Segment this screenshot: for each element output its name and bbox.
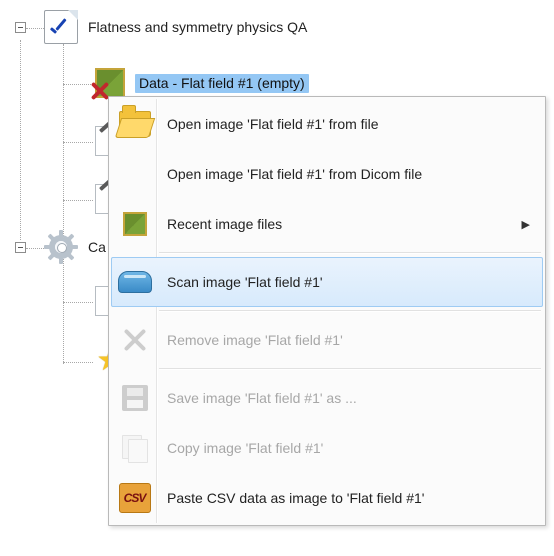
menu-item-copy-image: Copy image 'Flat field #1'	[111, 423, 543, 473]
menu-item-label: Save image 'Flat field #1' as ...	[157, 390, 534, 406]
menu-item-scan-image[interactable]: Scan image 'Flat field #1'	[111, 257, 543, 307]
scanner-icon	[118, 271, 152, 293]
save-floppy-icon	[122, 385, 148, 411]
tree-expander-root[interactable]	[15, 22, 26, 33]
menu-separator	[159, 368, 541, 370]
copy-icon	[122, 435, 148, 461]
menu-item-save-image-as: Save image 'Flat field #1' as ...	[111, 373, 543, 423]
tree-item-label: Flatness and symmetry physics QA	[88, 19, 307, 35]
folder-open-icon	[119, 111, 151, 137]
tree-item-data[interactable]: Data - Flat field #1 (empty)	[95, 68, 309, 98]
menu-item-recent-files[interactable]: Recent image files ▶	[111, 199, 543, 249]
menu-item-open-file[interactable]: Open image 'Flat field #1' from file	[111, 99, 543, 149]
tree-item-label: Data - Flat field #1 (empty)	[135, 74, 309, 93]
menu-item-label: Scan image 'Flat field #1'	[157, 274, 534, 290]
menu-separator	[159, 310, 541, 312]
menu-item-open-dicom[interactable]: Open image 'Flat field #1' from Dicom fi…	[111, 149, 543, 199]
remove-x-icon	[121, 326, 149, 354]
menu-item-label: Paste CSV data as image to 'Flat field #…	[157, 490, 534, 506]
gear-icon	[44, 230, 78, 264]
menu-item-label: Copy image 'Flat field #1'	[157, 440, 534, 456]
submenu-arrow-icon: ▶	[522, 218, 534, 231]
tree-item-calc-root[interactable]: Ca	[44, 230, 106, 264]
menu-item-label: Open image 'Flat field #1' from file	[157, 116, 534, 132]
context-menu: Open image 'Flat field #1' from file Ope…	[108, 96, 546, 526]
tree-item-root[interactable]: Flatness and symmetry physics QA	[44, 10, 307, 44]
image-tile-icon	[123, 212, 147, 236]
menu-item-paste-csv[interactable]: Paste CSV data as image to 'Flat field #…	[111, 473, 543, 523]
menu-item-remove-image: Remove image 'Flat field #1'	[111, 315, 543, 365]
menu-item-label: Open image 'Flat field #1' from Dicom fi…	[157, 166, 534, 182]
menu-item-label: Recent image files	[157, 216, 522, 232]
tree-expander-calc[interactable]	[15, 242, 26, 253]
doc-checkmark-icon	[44, 10, 78, 44]
menu-item-label: Remove image 'Flat field #1'	[157, 332, 534, 348]
csv-clipboard-icon	[119, 483, 151, 513]
image-tile-icon	[95, 68, 125, 98]
tree-item-label: Ca	[88, 239, 106, 255]
menu-separator	[159, 252, 541, 254]
